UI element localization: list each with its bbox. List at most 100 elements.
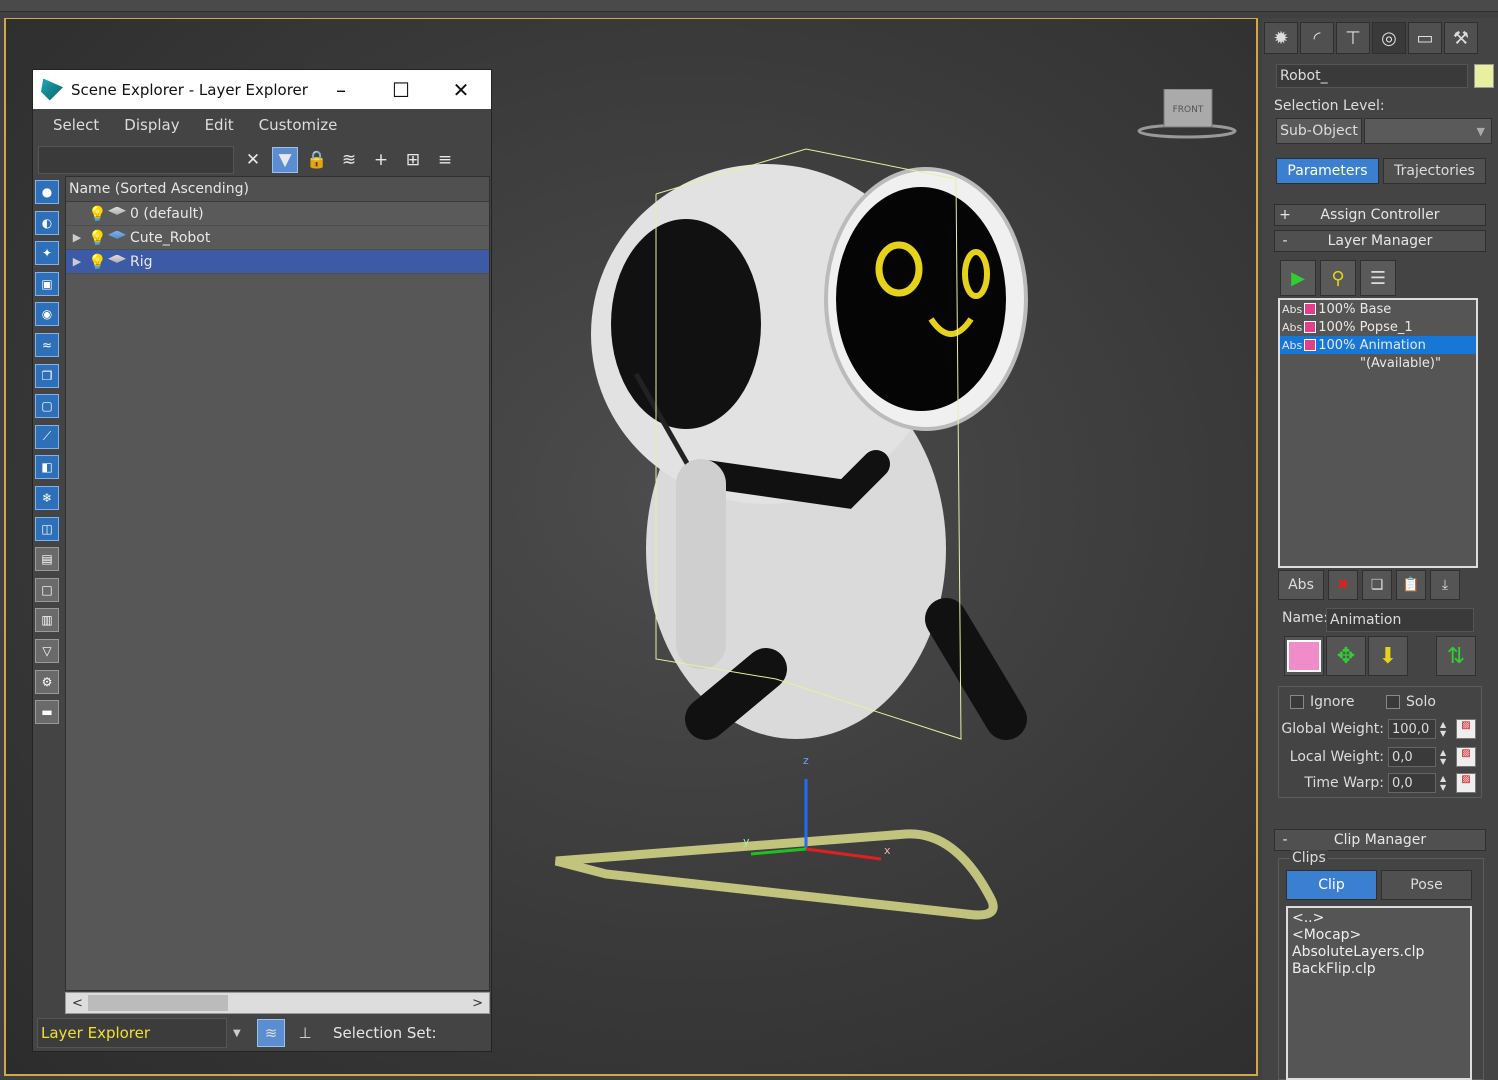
play-icon[interactable]: ▶ — [1280, 260, 1316, 296]
lock-icon[interactable]: 🔒 — [304, 147, 330, 173]
filter-spacewarps-icon[interactable]: ≈ — [35, 332, 59, 357]
utilities-tab-icon[interactable]: ⚒ — [1444, 22, 1478, 54]
display-all-icon[interactable]: ▤ — [35, 547, 59, 572]
filter-containers-icon[interactable]: ◧ — [35, 455, 59, 480]
visibility-bulb-icon[interactable]: 💡 — [88, 229, 107, 247]
filter-toggle-icon[interactable]: ▼ — [272, 147, 298, 173]
list-item[interactable]: Abs 100% Base — [1280, 300, 1476, 318]
layer-mode-icon[interactable]: ≋ — [257, 1019, 285, 1047]
clear-search-icon[interactable]: ✕ — [240, 147, 266, 173]
assign-controller-rollout[interactable]: + Assign Controller — [1274, 204, 1486, 226]
time-warp-input[interactable]: 0,0 — [1388, 773, 1436, 793]
layer-row-rig[interactable]: ▶ 💡 Rig — [66, 250, 489, 274]
list-item[interactable]: Abs 100% Popse_1 — [1280, 318, 1476, 336]
available-slot[interactable]: "(Available)" — [1280, 354, 1476, 372]
filter-cameras-icon[interactable]: ▣ — [35, 271, 59, 296]
layer-row-cute-robot[interactable]: ▶ 💡 Cute_Robot — [66, 226, 489, 250]
sub-object-dropdown[interactable]: ▼ — [1364, 118, 1492, 144]
filter-funnel-icon[interactable]: ▽ — [35, 638, 59, 663]
explorer-type-dropdown[interactable]: Layer Explorer — [37, 1018, 227, 1048]
scroll-right-icon[interactable]: > — [472, 996, 483, 1011]
add-icon[interactable]: + — [368, 147, 394, 173]
filter-helpers-icon[interactable]: ◉ — [35, 302, 59, 327]
animation-layer-list[interactable]: Abs 100% Base Abs 100% Popse_1 Abs 100% Ani… — [1278, 298, 1478, 568]
checkbox-box[interactable] — [1386, 695, 1400, 709]
clip-list[interactable]: <..> <Mocap> AbsoluteLayers.clp BackFlip… — [1286, 906, 1472, 1080]
filter-groups-icon[interactable]: ❐ — [35, 363, 59, 388]
display-none-icon[interactable]: □ — [35, 577, 59, 602]
filter-selection-icon[interactable]: ▬ — [35, 700, 59, 725]
dropdown-arrow-icon[interactable]: ▼ — [233, 1028, 251, 1039]
scene-explorer-window[interactable]: Scene Explorer - Layer Explorer – ☐ ✕ Se… — [32, 69, 492, 1052]
paste-icon[interactable]: 📋 — [1396, 570, 1426, 600]
tab-trajectories[interactable]: Trajectories — [1383, 158, 1486, 184]
filter-bones-icon[interactable]: ⟋ — [35, 424, 59, 449]
object-color-swatch[interactable] — [1474, 64, 1494, 88]
copy-icon[interactable]: ❏ — [1362, 570, 1392, 600]
select-layer-objects-icon[interactable]: ≡ — [432, 147, 458, 173]
hierarchy-icon[interactable]: ⚲ — [1320, 260, 1356, 296]
visibility-bulb-icon[interactable]: 💡 — [88, 253, 107, 271]
menu-customize[interactable]: Customize — [259, 116, 338, 134]
new-abs-layer-button[interactable]: Abs — [1278, 570, 1324, 600]
checkbox-box[interactable] — [1290, 695, 1304, 709]
modify-tab-icon[interactable]: ◜ — [1300, 22, 1334, 54]
curve-editor-icon[interactable]: ▨ — [1456, 773, 1476, 793]
delete-icon[interactable]: ✖ — [1328, 570, 1358, 600]
curve-editor-icon[interactable]: ▨ — [1456, 719, 1476, 739]
list-item[interactable]: <Mocap> — [1292, 927, 1466, 944]
local-weight-input[interactable]: 0,0 — [1388, 747, 1436, 767]
filter-settings-icon[interactable]: ⚙ — [35, 669, 59, 694]
scene-explorer-titlebar[interactable]: Scene Explorer - Layer Explorer – ☐ ✕ — [33, 70, 491, 109]
ignore-checkbox[interactable]: Ignore — [1290, 694, 1355, 710]
filter-shapes-icon[interactable]: ◐ — [35, 210, 59, 235]
menu-edit[interactable]: Edit — [205, 116, 234, 134]
maximize-button[interactable]: ☐ — [371, 70, 431, 109]
list-item[interactable]: <..> — [1292, 910, 1466, 927]
hierarchy-tab-icon[interactable]: ⊤ — [1336, 22, 1370, 54]
layer-manager-rollout[interactable]: - Layer Manager — [1274, 230, 1486, 252]
filter-lights-icon[interactable]: ✦ — [35, 241, 59, 266]
solo-checkbox[interactable]: Solo — [1386, 694, 1436, 710]
curve-editor-icon[interactable]: ▨ — [1456, 747, 1476, 767]
list-item[interactable]: AbsoluteLayers.clp — [1292, 944, 1466, 961]
spinner-icon[interactable]: ▲ ▼ — [1440, 720, 1450, 738]
horizontal-scrollbar[interactable]: < > — [65, 992, 490, 1014]
viewcube[interactable]: FRONT — [1132, 89, 1242, 149]
bake-layer-icon[interactable]: ⬇ — [1368, 636, 1408, 676]
display-invert-icon[interactable]: ▥ — [35, 608, 59, 633]
global-weight-input[interactable]: 100,0 — [1388, 719, 1436, 739]
ground-control-ring[interactable] — [554, 829, 998, 920]
close-button[interactable]: ✕ — [431, 70, 491, 109]
add-selected-to-layer-icon[interactable]: ⊞ — [400, 147, 426, 173]
gizmo-x-axis[interactable] — [805, 847, 882, 861]
spinner-icon[interactable]: ▲ ▼ — [1440, 748, 1450, 766]
list-item[interactable]: BackFlip.clp — [1292, 961, 1466, 978]
minimize-button[interactable]: – — [311, 70, 371, 109]
tab-clip[interactable]: Clip — [1286, 870, 1377, 900]
column-header-name[interactable]: Name (Sorted Ascending) — [66, 177, 489, 202]
tab-parameters[interactable]: Parameters — [1276, 158, 1379, 184]
menu-display[interactable]: Display — [124, 116, 179, 134]
list-view-icon[interactable]: ☰ — [1360, 260, 1396, 296]
filter-xrefs-icon[interactable]: ▢ — [35, 394, 59, 419]
search-input[interactable] — [38, 146, 234, 174]
layer-tree[interactable]: Name (Sorted Ascending) 💡 0 (default) ▶ … — [65, 176, 490, 991]
scroll-left-icon[interactable]: < — [72, 996, 83, 1011]
layer-color-button[interactable] — [1284, 636, 1324, 676]
robot-leg-right[interactable] — [925, 598, 1027, 740]
clip-manager-rollout[interactable]: - Clip Manager — [1274, 829, 1486, 851]
reorder-layer-icon[interactable]: ⇅ — [1436, 636, 1476, 676]
move-controllers-icon[interactable]: ✥ — [1326, 636, 1366, 676]
filter-geometry-icon[interactable]: ● — [35, 180, 59, 204]
menu-select[interactable]: Select — [53, 116, 99, 134]
layer-name-input[interactable]: Animation — [1326, 608, 1474, 632]
expand-arrow-icon[interactable]: ▶ — [66, 255, 88, 268]
display-tab-icon[interactable]: ▭ — [1408, 22, 1442, 54]
new-layer-icon[interactable]: ≋ — [336, 147, 362, 173]
spinner-icon[interactable]: ▲ ▼ — [1440, 774, 1450, 792]
object-name-field[interactable]: Robot_ — [1276, 64, 1468, 88]
list-item[interactable]: Abs 100% Animation — [1280, 336, 1476, 354]
motion-tab-icon[interactable]: ◎ — [1372, 22, 1406, 54]
collapse-layer-icon[interactable]: ⤓ — [1430, 570, 1460, 600]
